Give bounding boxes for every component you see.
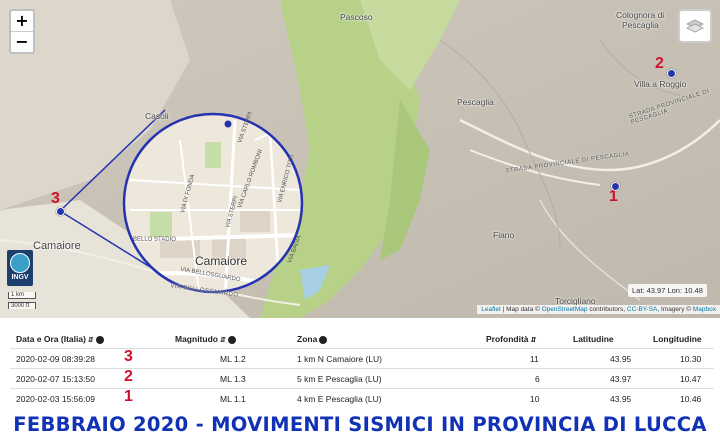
map-attribution: Leaflet | Map data © OpenStreetMap contr… — [477, 305, 720, 314]
attrib-text-3: , Imagery © — [657, 306, 693, 313]
table-row[interactable]: 2020-02-09 08:39:28 3 ML 1.2 1 km N Cama… — [0, 348, 720, 368]
ingv-logo: INGV — [7, 250, 33, 286]
cell-zone: 1 km N Camaiore (LU) — [297, 354, 383, 364]
cell-longitude: 10.47 — [680, 374, 702, 384]
ccbysa-link[interactable]: CC-BY-SA — [627, 306, 657, 313]
place-colognora-2: Pescaglia — [622, 20, 659, 30]
info-icon[interactable]: ? — [227, 335, 236, 344]
sort-icon[interactable]: ⇵ — [220, 337, 226, 344]
place-casoli: Casoli — [145, 111, 169, 121]
cell-depth: 11 — [530, 354, 539, 364]
place-pascoso: Pascoso — [340, 12, 373, 22]
earthquake-pin-3[interactable] — [56, 207, 65, 216]
place-villa-roggio: Villa a Roggio — [634, 79, 687, 89]
table-row[interactable]: 2020-02-07 15:13:50 2 ML 1.3 5 km E Pesc… — [0, 368, 720, 388]
map-marker-2-label: 2 — [655, 55, 664, 72]
table-row[interactable]: 2020-02-03 15:56:09 1 ML 1.1 4 km E Pesc… — [0, 388, 720, 408]
cell-longitude: 10.46 — [680, 394, 702, 404]
cell-zone: 5 km E Pescaglia (LU) — [297, 374, 382, 384]
coordinate-readout: Lat: 43.97 Lon: 10.48 — [628, 284, 707, 297]
cell-latitude: 43.95 — [610, 394, 632, 404]
place-camaiore: Camaiore — [33, 240, 81, 252]
header-latitude[interactable]: Latitudine — [573, 334, 614, 344]
row-marker: 1 — [124, 388, 133, 405]
zoom-out-button[interactable]: − — [11, 31, 33, 52]
place-fiano: Fiano — [493, 230, 515, 240]
header-longitude[interactable]: Longitudine — [653, 334, 702, 344]
row-marker: 2 — [124, 368, 133, 385]
cell-depth: 6 — [535, 374, 540, 384]
place-colognora: Colognora di — [616, 10, 665, 20]
earthquake-pin-2[interactable] — [667, 69, 676, 78]
sort-icon[interactable]: ⇵ — [531, 337, 537, 344]
map-marker-3-label: 3 — [51, 190, 60, 207]
osm-link[interactable]: OpenStreetMap — [542, 306, 588, 313]
table-header: Data e Ora (Italia) ⇵? Magnitudo ⇵? Zona? … — [0, 328, 720, 348]
layers-icon — [686, 19, 704, 33]
scale-km: 1 km — [8, 292, 36, 299]
info-icon[interactable]: ? — [319, 335, 328, 344]
mapbox-link[interactable]: Mapbox — [693, 306, 716, 313]
attrib-text-2: contributors, — [587, 306, 627, 313]
cell-zone: 4 km E Pescaglia (LU) — [297, 394, 382, 404]
header-date[interactable]: Data e Ora (Italia) ⇵? — [16, 334, 104, 344]
zoom-control: + − — [9, 9, 35, 54]
zoom-in-button[interactable]: + — [11, 11, 33, 31]
row-marker: 3 — [124, 348, 133, 365]
sort-desc-icon[interactable]: ⇵ — [88, 337, 94, 344]
earthquake-map[interactable]: + − Pascoso Colognora di Pescaglia Villa… — [0, 0, 720, 318]
leaflet-link[interactable]: Leaflet — [481, 306, 501, 313]
header-depth[interactable]: Profondità ⇵ — [486, 334, 536, 344]
globe-icon — [10, 253, 30, 273]
lens-town-label: Camaiore — [195, 254, 248, 268]
cell-magnitude: ML 1.3 — [220, 374, 246, 384]
cell-latitude: 43.95 — [610, 354, 632, 364]
attrib-text-1: | Map data © — [500, 306, 542, 313]
layers-button[interactable] — [678, 9, 712, 43]
scale-ft: 3000 ft — [8, 302, 36, 309]
lens-street-7: BELLO STADIO — [133, 237, 176, 243]
earthquake-pin-1[interactable] — [611, 182, 620, 191]
ingv-logo-text: INGV — [11, 274, 29, 281]
cell-magnitude: ML 1.2 — [220, 354, 246, 364]
cell-longitude: 10.30 — [680, 354, 702, 364]
cell-magnitude: ML 1.1 — [220, 394, 246, 404]
cell-date: 2020-02-09 08:39:28 — [16, 354, 95, 364]
header-zone[interactable]: Zona? — [297, 334, 328, 344]
place-pescaglia: Pescaglia — [457, 97, 494, 107]
cell-depth: 10 — [530, 394, 540, 404]
banner-title: FEBBRAIO 2020 - MOVIMENTI SISMICI IN PRO… — [13, 413, 707, 436]
cell-latitude: 43.97 — [610, 374, 632, 384]
header-magnitude[interactable]: Magnitudo ⇵? — [175, 334, 236, 344]
cell-date: 2020-02-07 15:13:50 — [16, 374, 95, 384]
info-icon[interactable]: ? — [95, 335, 104, 344]
cell-date: 2020-02-03 15:56:09 — [16, 394, 95, 404]
